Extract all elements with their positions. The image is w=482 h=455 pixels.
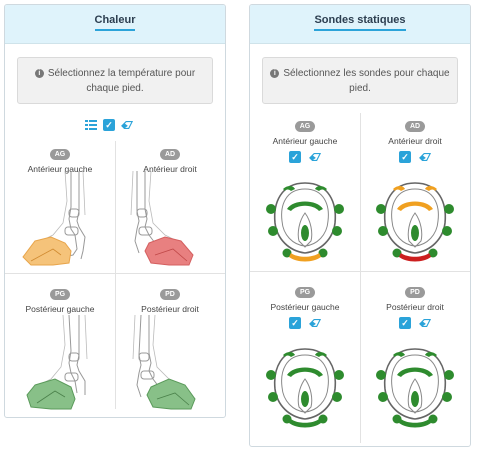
sensors-info-box: i Sélectionnez les sondes pour chaque pie… [262, 57, 458, 104]
foot-badge: PD [160, 289, 180, 300]
frog-sensor [411, 225, 419, 241]
sensors-panel-title: Sondes statiques [314, 14, 406, 31]
info-icon: i [34, 69, 44, 78]
heat-cell-pg[interactable]: PG Postérieur gauche [5, 283, 115, 314]
info-icon: i [270, 69, 280, 78]
select-all-checkbox[interactable]: ✓ [289, 151, 301, 163]
foot-badge: AG [294, 121, 316, 132]
frog-sensor [301, 225, 309, 241]
foot-badge: AD [404, 121, 426, 132]
eraser-icon[interactable] [121, 119, 133, 131]
toe-sensor [399, 253, 431, 262]
heat-cell-ad[interactable]: AD Antérieur droit [115, 143, 225, 174]
foot-badge: PG [49, 289, 71, 300]
sensor-cell-pg: PG Postérieur gauche ✓ [250, 281, 360, 329]
select-all-checkbox[interactable]: ✓ [399, 317, 411, 329]
heat-info-box: i Sélectionnez la température pour chaque… [17, 57, 213, 104]
eraser-icon[interactable] [419, 317, 431, 329]
eraser-icon[interactable] [419, 151, 431, 163]
hoof-sensor-map-icon[interactable] [369, 173, 461, 265]
sensor-cell-ag: AG Antérieur gauche ✓ [250, 115, 360, 163]
frog-sensor [301, 391, 309, 407]
select-all-checkbox[interactable]: ✓ [399, 151, 411, 163]
list-icon[interactable] [85, 119, 97, 131]
hoof-sensor-map-icon[interactable] [259, 339, 351, 431]
hoof-sensor-map-icon[interactable] [259, 173, 351, 265]
foot-label: Postérieur droit [386, 302, 444, 312]
foot-label: Postérieur droit [141, 304, 199, 314]
leg-hind-left-icon[interactable] [15, 315, 105, 411]
heat-panel-title: Chaleur [94, 14, 136, 31]
foot-label: Antérieur droit [388, 136, 442, 146]
heat-panel-header: Chaleur [5, 5, 225, 44]
sensors-info-text: Sélectionnez les sondes pour chaque pied… [283, 68, 450, 94]
leg-hind-right-icon[interactable] [125, 315, 215, 411]
toe-sensor [399, 419, 431, 428]
foot-badge: PD [405, 287, 425, 298]
hoof-sensor-map-icon[interactable] [369, 339, 461, 431]
select-all-checkbox[interactable]: ✓ [289, 317, 301, 329]
foot-badge: AG [49, 149, 71, 160]
foot-label: Antérieur gauche [272, 136, 338, 146]
toe-sensor [289, 419, 321, 428]
leg-front-right-icon[interactable] [125, 171, 215, 267]
heat-cell-ag[interactable]: AG Antérieur gauche [5, 143, 115, 174]
hoof-shape [144, 236, 194, 266]
select-all-checkbox[interactable]: ✓ [103, 119, 115, 131]
heat-info-text: Sélectionnez la température pour chaque … [47, 68, 196, 94]
frog-sensor [411, 391, 419, 407]
foot-badge: PG [294, 287, 316, 298]
eraser-icon[interactable] [309, 317, 321, 329]
foot-label: Postérieur gauche [270, 302, 340, 312]
foot-label: Postérieur gauche [25, 304, 95, 314]
sensor-cell-ad: AD Antérieur droit ✓ [360, 115, 470, 163]
sensors-panel: Sondes statiques i Sélectionnez les sonde… [249, 4, 471, 447]
foot-badge: AD [159, 149, 181, 160]
toe-sensor [289, 253, 321, 262]
heat-cell-pd[interactable]: PD Postérieur droit [115, 283, 225, 314]
sensors-panel-header: Sondes statiques [250, 5, 470, 44]
sensor-cell-pd: PD Postérieur droit ✓ [360, 281, 470, 329]
eraser-icon[interactable] [309, 151, 321, 163]
heat-panel: Chaleur i Sélectionnez la température pou… [4, 4, 226, 418]
leg-front-left-icon[interactable] [13, 171, 103, 267]
hoof-shape [22, 236, 72, 266]
heat-toolbar: ✓ [85, 119, 133, 131]
